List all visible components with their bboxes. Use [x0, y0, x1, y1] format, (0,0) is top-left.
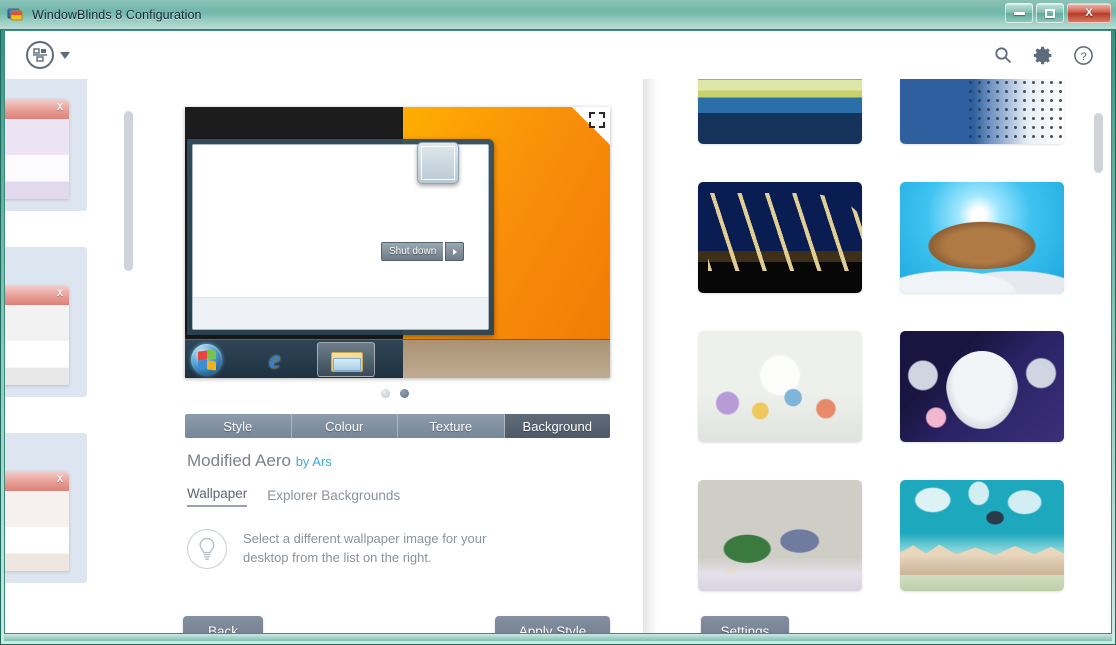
shutdown-label: Shut down [381, 242, 444, 261]
wallpaper-speed-lines[interactable] [698, 79, 862, 144]
layout-menu-icon [26, 41, 54, 69]
chevron-down-icon [60, 51, 70, 59]
hint-line-2: desktop from the list on the right. [243, 550, 432, 565]
window-bottom-strip [4, 634, 1112, 641]
internet-explorer-icon[interactable]: e [269, 346, 297, 374]
close-button[interactable]: X [1067, 3, 1111, 23]
pager-dot-1[interactable] [381, 389, 390, 398]
lightbulb-icon [187, 529, 227, 569]
style-thumbnail-2[interactable]: X [5, 247, 87, 397]
style-name: Modified Aero [187, 451, 291, 470]
wallpaper-ghost-cat[interactable] [900, 331, 1064, 442]
windows-start-orb-icon[interactable] [191, 344, 222, 375]
title-bar[interactable]: WindowBlinds 8 Configuration X [0, 0, 1116, 30]
subtab-wallpaper[interactable]: Wallpaper [187, 486, 248, 507]
window-controls: X [1005, 3, 1111, 23]
thumb-close-icon: X [56, 288, 63, 298]
desktop-preview[interactable]: Shut down e [185, 107, 610, 378]
preview-shutdown-button[interactable]: Shut down [381, 242, 465, 261]
apply-style-button[interactable]: Apply Style [495, 616, 610, 633]
background-subtabs: Wallpaper Explorer Backgrounds [187, 486, 400, 507]
thumb-close-icon: X [56, 474, 63, 484]
layout-menu-button[interactable] [26, 41, 70, 69]
tab-texture[interactable]: Texture [398, 414, 505, 438]
hint-line-1: Select a different wallpaper image for y… [243, 531, 487, 546]
wallpaper-flying-turtle[interactable] [900, 182, 1064, 293]
fullscreen-icon[interactable] [589, 112, 605, 128]
wallpaper-sky-flyer[interactable] [900, 480, 1064, 591]
preview-taskbar: e [185, 339, 610, 378]
application-window: WindowBlinds 8 Configuration X ? X X X S… [0, 0, 1116, 645]
tab-style[interactable]: Style [185, 414, 292, 438]
style-thumbnail-1[interactable]: X [5, 79, 87, 211]
tab-background[interactable]: Background [504, 414, 610, 438]
style-thumbnail-3[interactable]: X [5, 433, 87, 583]
client-area: ? X X X Shut down e Style Colour Texture… [4, 30, 1112, 634]
hint-text: Select a different wallpaper image for y… [243, 529, 503, 567]
sidebar-scrollbar[interactable] [124, 111, 133, 271]
wallpaper-grid [698, 79, 1068, 591]
maximize-button[interactable] [1036, 3, 1064, 23]
app-toolbar: ? [5, 31, 1111, 79]
preview-pager [145, 389, 645, 398]
style-title: Modified Aero by Ars [187, 451, 332, 471]
center-panel: Shut down e Style Colour Texture Backgro… [145, 79, 645, 633]
file-explorer-icon[interactable] [317, 342, 375, 377]
style-list-sidebar[interactable]: X X X [5, 79, 117, 633]
close-icon: X [1085, 6, 1093, 19]
window-title: WindowBlinds 8 Configuration [32, 7, 202, 22]
gear-icon[interactable] [1031, 43, 1055, 67]
windowblinds-icon [7, 6, 25, 24]
thumb-close-icon: X [56, 102, 63, 112]
section-tabs: Style Colour Texture Background [185, 414, 610, 438]
toolbar-actions: ? [991, 43, 1095, 67]
search-icon[interactable] [991, 43, 1015, 67]
minimize-button[interactable] [1005, 3, 1033, 23]
pager-dot-2[interactable] [400, 389, 409, 398]
gallery-scrollbar[interactable] [1094, 113, 1103, 173]
subtab-explorer-backgrounds[interactable]: Explorer Backgrounds [267, 488, 400, 507]
kitten-thumbnail [417, 142, 459, 184]
style-author: by Ars [295, 454, 332, 469]
wallpaper-whimsy-town[interactable] [698, 331, 862, 442]
wallpaper-green-insect[interactable] [698, 480, 862, 591]
tab-colour[interactable]: Colour [291, 414, 398, 438]
wallpaper-gallery[interactable]: Settings [665, 79, 1111, 633]
wallpaper-night-bridge[interactable] [698, 182, 862, 293]
settings-button[interactable]: Settings [701, 616, 789, 633]
hint-block: Select a different wallpaper image for y… [187, 529, 503, 569]
chevron-right-icon[interactable] [445, 242, 465, 261]
panel-divider [643, 79, 665, 633]
help-icon[interactable]: ? [1071, 43, 1095, 67]
svg-text:?: ? [1080, 50, 1086, 62]
back-button[interactable]: Back [183, 616, 263, 633]
wallpaper-dot-tunnel[interactable] [900, 79, 1064, 144]
